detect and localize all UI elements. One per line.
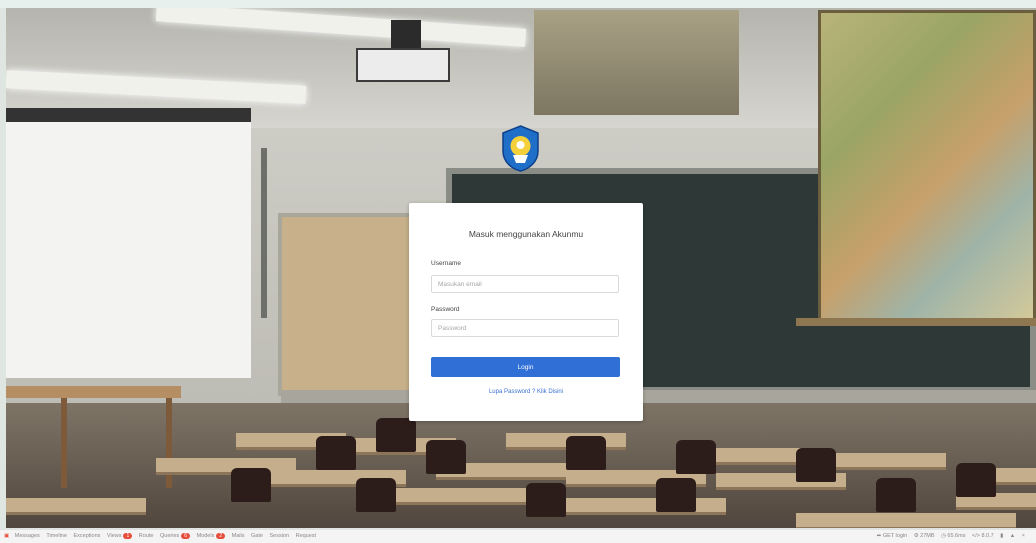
debug-tab-label: Models [196, 533, 215, 539]
password-input[interactable] [431, 319, 619, 337]
debug-toolbar-stats: ➦ GET login ⚙ 27MB ◷ 65.6ms </> 8.0.7 ▮ … [877, 533, 1030, 539]
password-label: Password [431, 306, 460, 313]
tut-wuri-handayani-logo [502, 125, 539, 172]
memory-usage: ⚙ 27MB [913, 533, 935, 539]
debug-tab-mails[interactable]: Mails [232, 533, 245, 539]
debug-tab-views[interactable]: Views 1 [106, 533, 133, 539]
debug-tab-request[interactable]: Request [296, 533, 317, 539]
debug-tab-route[interactable]: Route [139, 533, 154, 539]
chair [956, 463, 996, 497]
top-strip [0, 0, 1036, 8]
debug-toolbar: ▣ Messages Timeline Exceptions Views 1 Ro… [0, 529, 1036, 543]
student-desk [836, 453, 946, 470]
duration-value: 65.6ms [947, 533, 966, 539]
wall-map [818, 10, 1036, 322]
debug-tab-session[interactable]: Session [269, 533, 289, 539]
chair [566, 436, 606, 470]
count-badge: 1 [123, 533, 133, 539]
request-duration: ◷ 65.6ms [941, 533, 966, 539]
debug-tab-gate[interactable]: Gate [251, 533, 263, 539]
count-badge: 6 [181, 533, 191, 539]
request-method[interactable]: ➦ GET login [877, 533, 908, 539]
student-desk [796, 513, 1016, 528]
version-value: 8.0.7 [981, 533, 994, 539]
student-desk [566, 498, 726, 515]
debug-tab-label: Route [138, 533, 154, 539]
debug-tab-label: Queries [160, 533, 180, 539]
count-badge: 2 [216, 533, 226, 539]
chair [526, 483, 566, 517]
minimize-icon[interactable]: ▲ [1010, 533, 1015, 539]
corkboard [278, 213, 426, 396]
chair [796, 448, 836, 482]
chair [356, 478, 396, 512]
debug-tab-label: Exceptions [73, 533, 101, 539]
chair [316, 436, 356, 470]
request-route: GET login [882, 533, 908, 539]
debug-tab-label: Views [106, 533, 122, 539]
close-icon[interactable]: × [1022, 533, 1025, 539]
username-input[interactable] [431, 275, 619, 293]
username-label: Username [431, 260, 461, 267]
login-button[interactable]: Login [431, 357, 620, 377]
debug-tab-label: Request [295, 533, 317, 539]
forgot-password-link[interactable]: Lupa Password ? Klik Disini [409, 389, 643, 395]
chalk-tray [281, 390, 1036, 404]
table-leg [61, 398, 67, 488]
chair [231, 468, 271, 502]
memory-value: 27MB [920, 533, 935, 539]
debug-toolbar-tabs: ▣ Messages Timeline Exceptions Views 1 Ro… [4, 533, 321, 539]
debug-tab-label: Messages [14, 533, 40, 539]
debug-tab-models[interactable]: Models 2 [197, 533, 226, 539]
map-frame [796, 318, 1036, 326]
debug-tab-label: Gate [251, 533, 263, 539]
projection-screen [6, 108, 251, 378]
cabinet [534, 10, 739, 115]
login-title: Masuk menggunakan Akunmu [468, 229, 584, 239]
side-table [6, 386, 181, 398]
student-desk [6, 498, 146, 515]
open-storage-icon[interactable]: ▮ [1000, 533, 1003, 539]
debug-tab-exceptions[interactable]: Exceptions [73, 533, 100, 539]
login-card: Masuk menggunakan Akunmu Username Passwo… [409, 203, 643, 421]
php-version: </> 8.0.7 [971, 533, 994, 539]
debug-tab-label: Session [269, 533, 290, 539]
laravel-debugbar-icon[interactable]: ▣ [4, 533, 9, 539]
chair [426, 440, 466, 474]
chair [656, 478, 696, 512]
projector [356, 48, 450, 82]
debug-tab-timeline[interactable]: Timeline [46, 533, 67, 539]
chair [676, 440, 716, 474]
debug-tab-messages[interactable]: Messages [15, 533, 40, 539]
chair [376, 418, 416, 452]
chair [876, 478, 916, 512]
debug-tab-label: Mails [231, 533, 245, 539]
debug-tab-label: Timeline [46, 533, 67, 539]
debug-tab-queries[interactable]: Queries 6 [160, 533, 191, 539]
pipe [261, 148, 267, 318]
